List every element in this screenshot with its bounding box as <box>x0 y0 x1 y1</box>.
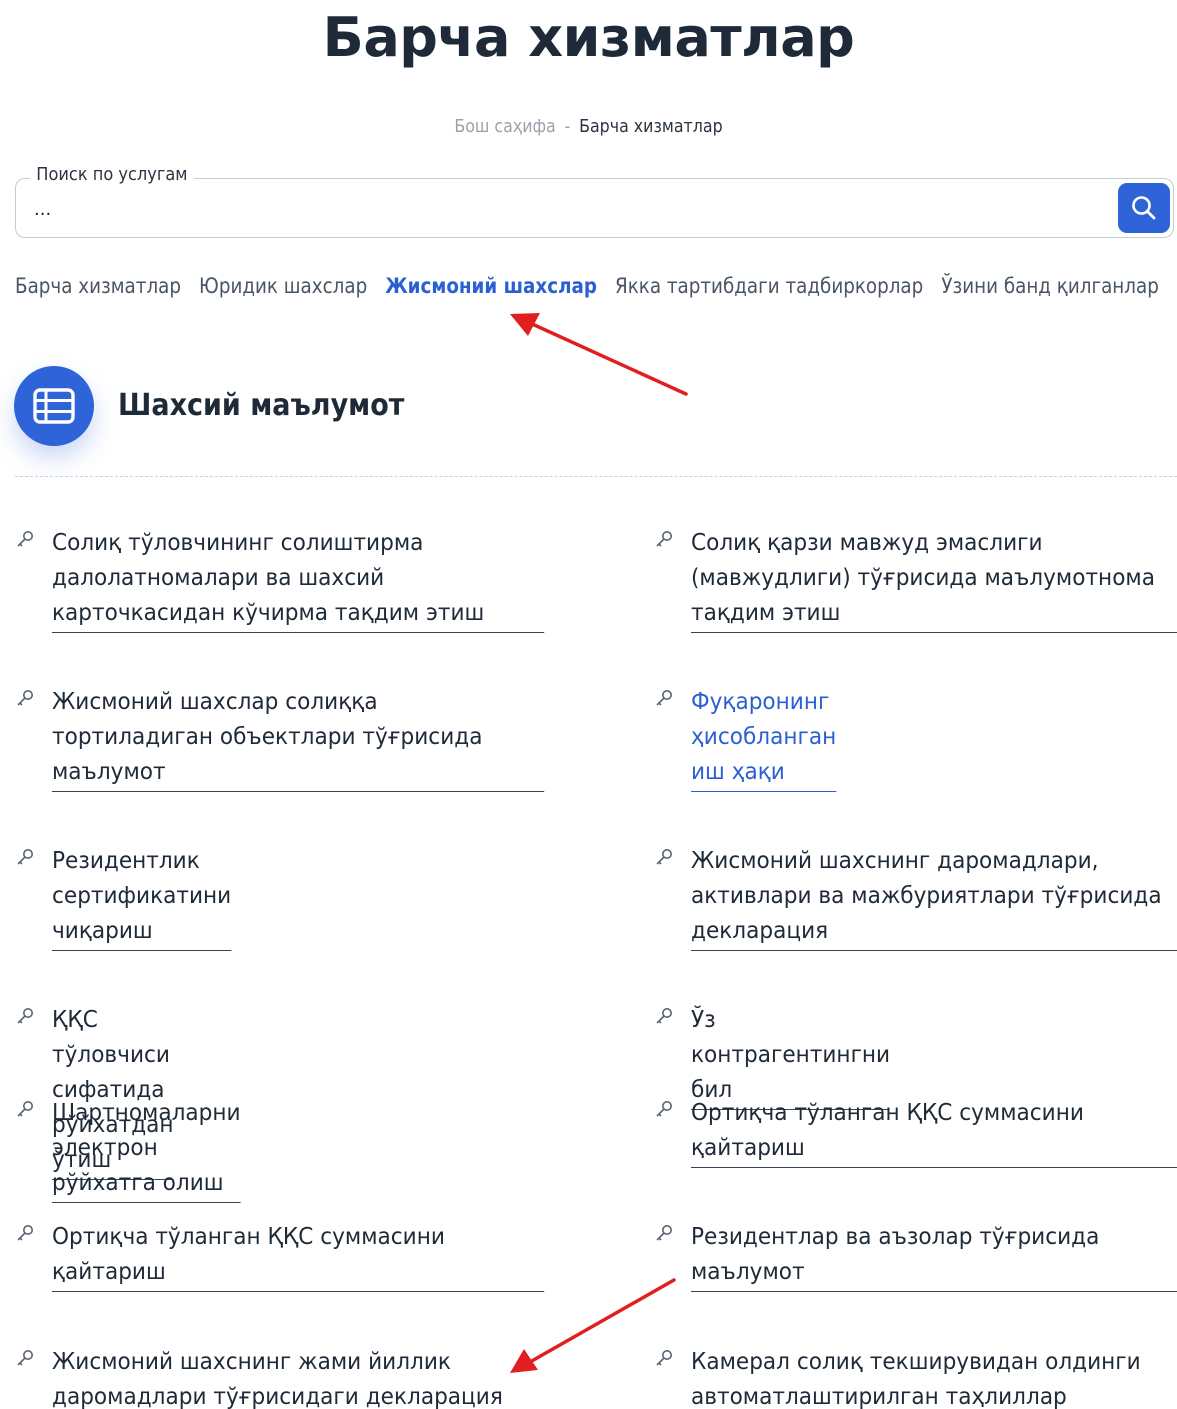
tab-all-services[interactable]: Барча хизматлар <box>15 274 181 298</box>
key-icon <box>17 1101 33 1117</box>
breadcrumb-separator: - <box>564 116 571 137</box>
service-link[interactable]: Жисмоний шахснинг жами йиллик даромадлар… <box>52 1344 544 1409</box>
key-icon <box>17 690 33 706</box>
search-input[interactable] <box>32 193 1096 225</box>
tab-individuals[interactable]: Жисмоний шахслар <box>385 274 597 298</box>
category-tabs: Барча хизматлар Юридик шахслар Жисмоний … <box>15 274 1159 298</box>
service-link-highlighted[interactable]: Фуқаронинг ҳисобланган иш ҳақи <box>691 684 836 792</box>
service-link[interactable]: Резидентлик сертификатини чиқариш <box>52 843 231 951</box>
tab-sole-proprietors[interactable]: Якка тартибдаги тадбиркорлар <box>615 274 923 298</box>
key-icon <box>17 1225 33 1241</box>
breadcrumb: Бош саҳифа - Барча хизматлар <box>71 116 1107 137</box>
service-link[interactable]: Ўз контрагентингни бил <box>691 1002 890 1110</box>
service-link[interactable]: Ортиқча тўланган ҚҚС суммасини қайтариш <box>691 1095 1177 1168</box>
list-icon <box>33 388 75 424</box>
search-button[interactable] <box>1118 183 1170 233</box>
service-link[interactable]: Шартномаларни электрон рўйхатга олиш <box>52 1095 241 1203</box>
search-field: Поиск по услугам <box>15 164 1174 238</box>
tab-legal-entities[interactable]: Юридик шахслар <box>199 274 367 298</box>
breadcrumb-home-link[interactable]: Бош саҳифа <box>454 116 555 137</box>
key-icon <box>17 1008 33 1024</box>
page-title: Барча хизматлар <box>322 6 855 69</box>
service-link[interactable]: Жисмоний шахснинг даромадлари, активлари… <box>691 843 1177 951</box>
section-icon-badge <box>14 366 94 446</box>
key-icon <box>17 849 33 865</box>
service-link[interactable]: Солиқ тўловчининг солиштирма далолатнома… <box>52 525 545 633</box>
search-label: Поиск по услугам <box>30 164 194 185</box>
key-icon <box>656 849 672 865</box>
key-icon <box>656 690 672 706</box>
section-divider <box>15 476 1177 477</box>
page: Барча хизматлар Бош саҳифа - Барча хизматл… <box>0 0 1177 1409</box>
service-link[interactable]: Солиқ қарзи мавжуд эмаслиги (мавжудлиги)… <box>691 525 1177 633</box>
service-link[interactable]: Камерал солиқ текширувидан олдинги автом… <box>691 1344 1177 1409</box>
key-icon <box>656 1225 672 1241</box>
service-link[interactable]: Ортиқча тўланган ҚҚС суммасини қайтариш <box>52 1219 545 1292</box>
annotation-arrow-icon <box>510 313 688 396</box>
search-icon <box>1132 196 1156 220</box>
key-icon <box>17 531 33 547</box>
key-icon <box>17 1350 33 1366</box>
service-link[interactable]: Резидентлар ва аъзолар тўғрисида маълумо… <box>691 1219 1177 1292</box>
section-title: Шахсий маълумот <box>118 388 405 423</box>
key-icon <box>656 1008 672 1024</box>
key-icon <box>656 1101 672 1117</box>
service-link[interactable]: Жисмоний шахслар солиққа тортиладиган об… <box>52 684 545 792</box>
key-icon <box>656 1350 672 1366</box>
tab-self-employed[interactable]: Ўзини банд қилганлар <box>941 274 1158 298</box>
key-icon <box>656 531 672 547</box>
breadcrumb-current: Барча хизматлар <box>579 116 723 137</box>
